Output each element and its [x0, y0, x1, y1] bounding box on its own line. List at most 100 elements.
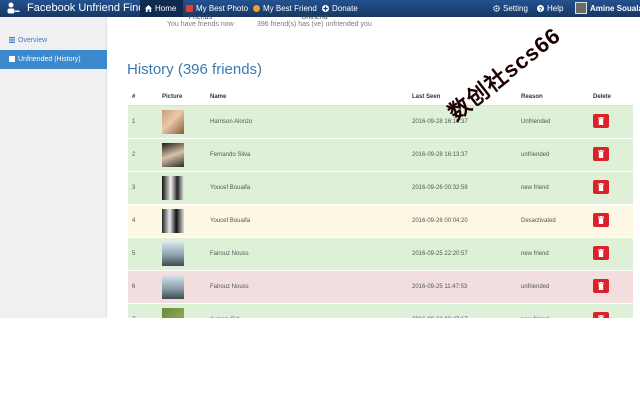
delete-button[interactable]	[593, 213, 609, 227]
row-number: 2	[128, 138, 158, 172]
column-header-delete: Delete	[589, 88, 633, 106]
trash-icon	[598, 315, 604, 318]
row-delete-cell	[589, 138, 633, 172]
list-icon	[9, 37, 15, 43]
delete-button[interactable]	[593, 246, 609, 260]
table-row: 2 Fernando Silva 2016-09-28 16:13:37 unfrie…	[128, 138, 633, 172]
row-picture-cell	[158, 204, 206, 238]
friends-stat-title: Friends	[188, 14, 213, 21]
table-header-row: # Picture Name Last Seen Reason Delete	[128, 88, 633, 106]
user-avatar[interactable]	[575, 2, 587, 14]
sidebar-item-unfriended-history[interactable]: Unfriended (History)	[0, 50, 107, 69]
sidebar-item-overview-label: Overview	[18, 37, 48, 44]
row-last-seen: 2016-09-28 16:13:37	[408, 138, 517, 172]
friend-avatar[interactable]	[162, 110, 184, 134]
history-table-body: 1 Harrison Alonzo 2016-09-28 16:13:37 Unfri…	[128, 105, 633, 318]
row-number: 4	[128, 204, 158, 238]
trash-icon	[598, 117, 604, 125]
row-number: 3	[128, 171, 158, 205]
delete-button[interactable]	[593, 312, 609, 318]
trash-icon	[598, 183, 604, 191]
unfriend-stat-title: Unfriend	[301, 14, 328, 21]
friend-avatar[interactable]	[162, 143, 184, 167]
nav-donate-label: Donate	[332, 4, 358, 13]
app-window: Facebook Unfriend Finder Home My Best Ph…	[0, 0, 640, 318]
row-name[interactable]: Aymen Sid	[206, 303, 408, 318]
row-name[interactable]: Fairouz Nouss	[206, 237, 408, 271]
table-row: 1 Harrison Alonzo 2016-09-28 16:13:37 Unfri…	[128, 105, 633, 139]
nav-setting[interactable]: Setting	[493, 0, 528, 17]
friend-avatar[interactable]	[162, 209, 184, 233]
nav-my-best-photo-label: My Best Photo	[196, 4, 249, 13]
delete-button[interactable]	[593, 279, 609, 293]
row-name[interactable]: Youcef Bouaifa	[206, 171, 408, 205]
trash-icon	[598, 150, 604, 158]
column-header-number: #	[128, 88, 158, 106]
row-last-seen: 2016-09-24 00:47:17	[408, 303, 517, 318]
column-header-name: Name	[206, 88, 408, 106]
row-number: 7	[128, 303, 158, 318]
row-delete-cell	[589, 270, 633, 304]
table-row: 5 Fairouz Nouss 2016-09-25 22:20:57 new fri…	[128, 237, 633, 271]
row-reason: unfriended	[517, 138, 589, 172]
delete-button[interactable]	[593, 114, 609, 128]
home-icon	[145, 5, 152, 12]
row-reason: Desactivated	[517, 204, 589, 238]
nav-setting-label: Setting	[503, 4, 528, 13]
row-name[interactable]: Youcef Bouaifa	[206, 204, 408, 238]
row-last-seen: 2016-09-25 22:20:57	[408, 237, 517, 271]
nav-my-best-friend-label: My Best Friend	[263, 4, 317, 13]
row-picture-cell	[158, 138, 206, 172]
row-picture-cell	[158, 171, 206, 205]
row-reason: Unfriended	[517, 105, 589, 139]
svg-text:?: ?	[539, 7, 543, 12]
row-name[interactable]: Fernando Silva	[206, 138, 408, 172]
friend-avatar[interactable]	[162, 275, 184, 299]
donate-icon	[322, 5, 329, 12]
gear-icon	[493, 5, 500, 12]
friend-avatar[interactable]	[162, 242, 184, 266]
nav-help-label: Help	[547, 4, 564, 13]
row-reason: new friend	[517, 171, 589, 205]
app-logo-icon	[7, 2, 20, 14]
app-brand[interactable]: Facebook Unfriend Finder	[27, 2, 154, 14]
row-delete-cell	[589, 303, 633, 318]
sidebar-item-overview[interactable]: Overview	[0, 31, 107, 50]
row-last-seen: 2016-09-25 11:47:53	[408, 270, 517, 304]
row-number: 1	[128, 105, 158, 139]
unfriend-stat: Unfriend 396 friend(s) has (ve) unfriend…	[257, 14, 372, 28]
row-picture-cell	[158, 303, 206, 318]
sidebar-item-unfriended-history-label: Unfriended (History)	[18, 56, 81, 63]
page-title: History (396 friends)	[127, 61, 263, 78]
friends-stat-text: You have friends now	[167, 21, 234, 28]
trash-icon	[598, 249, 604, 257]
row-reason: new friend	[517, 303, 589, 318]
row-delete-cell	[589, 171, 633, 205]
user-name[interactable]: Amine Souala	[590, 0, 640, 17]
table-row: 7 Aymen Sid2016-09-24 00:47:17new friend	[128, 303, 633, 318]
nav-help[interactable]: ? Help	[537, 0, 563, 17]
row-picture-cell	[158, 105, 206, 139]
row-last-seen: 2016-09-26 00:32:58	[408, 171, 517, 205]
row-picture-cell	[158, 270, 206, 304]
friend-avatar[interactable]	[162, 308, 184, 318]
row-delete-cell	[589, 105, 633, 139]
row-delete-cell	[589, 204, 633, 238]
column-header-picture: Picture	[158, 88, 206, 106]
friend-avatar[interactable]	[162, 176, 184, 200]
row-last-seen: 2016-09-26 00:04:20	[408, 204, 517, 238]
sidebar: Overview Unfriended (History)	[0, 17, 107, 318]
table-row: 6 Fairouz Nouss 2016-09-25 11:47:53 unfrien…	[128, 270, 633, 304]
table-row: 3 Youcef Bouaifa 2016-09-26 00:32:58 new fr…	[128, 171, 633, 205]
photo-icon	[186, 5, 193, 12]
row-number: 6	[128, 270, 158, 304]
delete-button[interactable]	[593, 147, 609, 161]
row-name[interactable]: Harrison Alonzo	[206, 105, 408, 139]
delete-button[interactable]	[593, 180, 609, 194]
trash-icon	[598, 282, 604, 290]
column-header-reason: Reason	[517, 88, 589, 106]
row-name[interactable]: Fairouz Nouss	[206, 270, 408, 304]
nav-home-label: Home	[155, 4, 177, 13]
row-reason: unfriended	[517, 270, 589, 304]
friends-stat: Friends You have friends now	[167, 14, 234, 28]
